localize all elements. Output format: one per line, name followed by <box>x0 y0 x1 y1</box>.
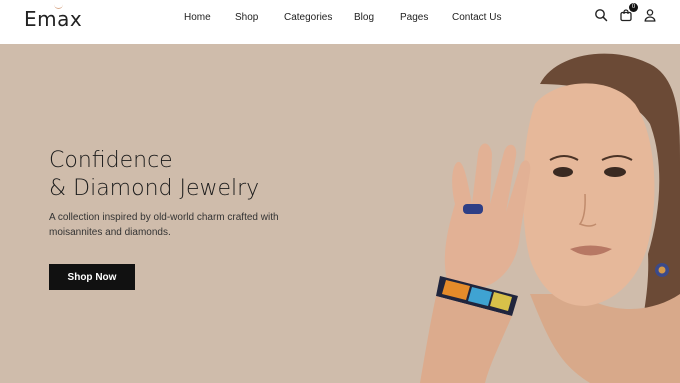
user-icon[interactable] <box>643 8 659 24</box>
search-icon[interactable] <box>594 8 610 24</box>
hero-title-line-2: & Diamond Jewelry <box>49 176 260 201</box>
nav-item-contact[interactable]: Contact Us <box>452 12 501 23</box>
nav-item-pages[interactable]: Pages <box>400 12 428 23</box>
hero-description: A collection inspired by old-world charm… <box>49 212 279 238</box>
hero-banner: Confidence & Diamond Jewelry A collectio… <box>0 44 680 383</box>
nav-item-blog[interactable]: Blog <box>354 12 374 23</box>
nav-item-shop[interactable]: Shop <box>235 12 258 23</box>
brand-logo[interactable]: Emax <box>24 7 82 31</box>
shop-now-button[interactable]: Shop Now <box>49 264 135 290</box>
hero-title-line-1: Confidence <box>49 148 173 173</box>
nav-item-home[interactable]: Home <box>184 12 211 23</box>
site-header: Emax Home Shop Categories Blog Pages Con… <box>0 0 680 44</box>
cart-count-badge: 0 <box>629 3 638 12</box>
nav-item-categories[interactable]: Categories <box>284 12 332 23</box>
hero-title: Confidence & Diamond Jewelry <box>49 147 259 203</box>
hero-model-image <box>420 53 680 383</box>
shopping-bag-icon[interactable]: 0 <box>619 3 638 24</box>
